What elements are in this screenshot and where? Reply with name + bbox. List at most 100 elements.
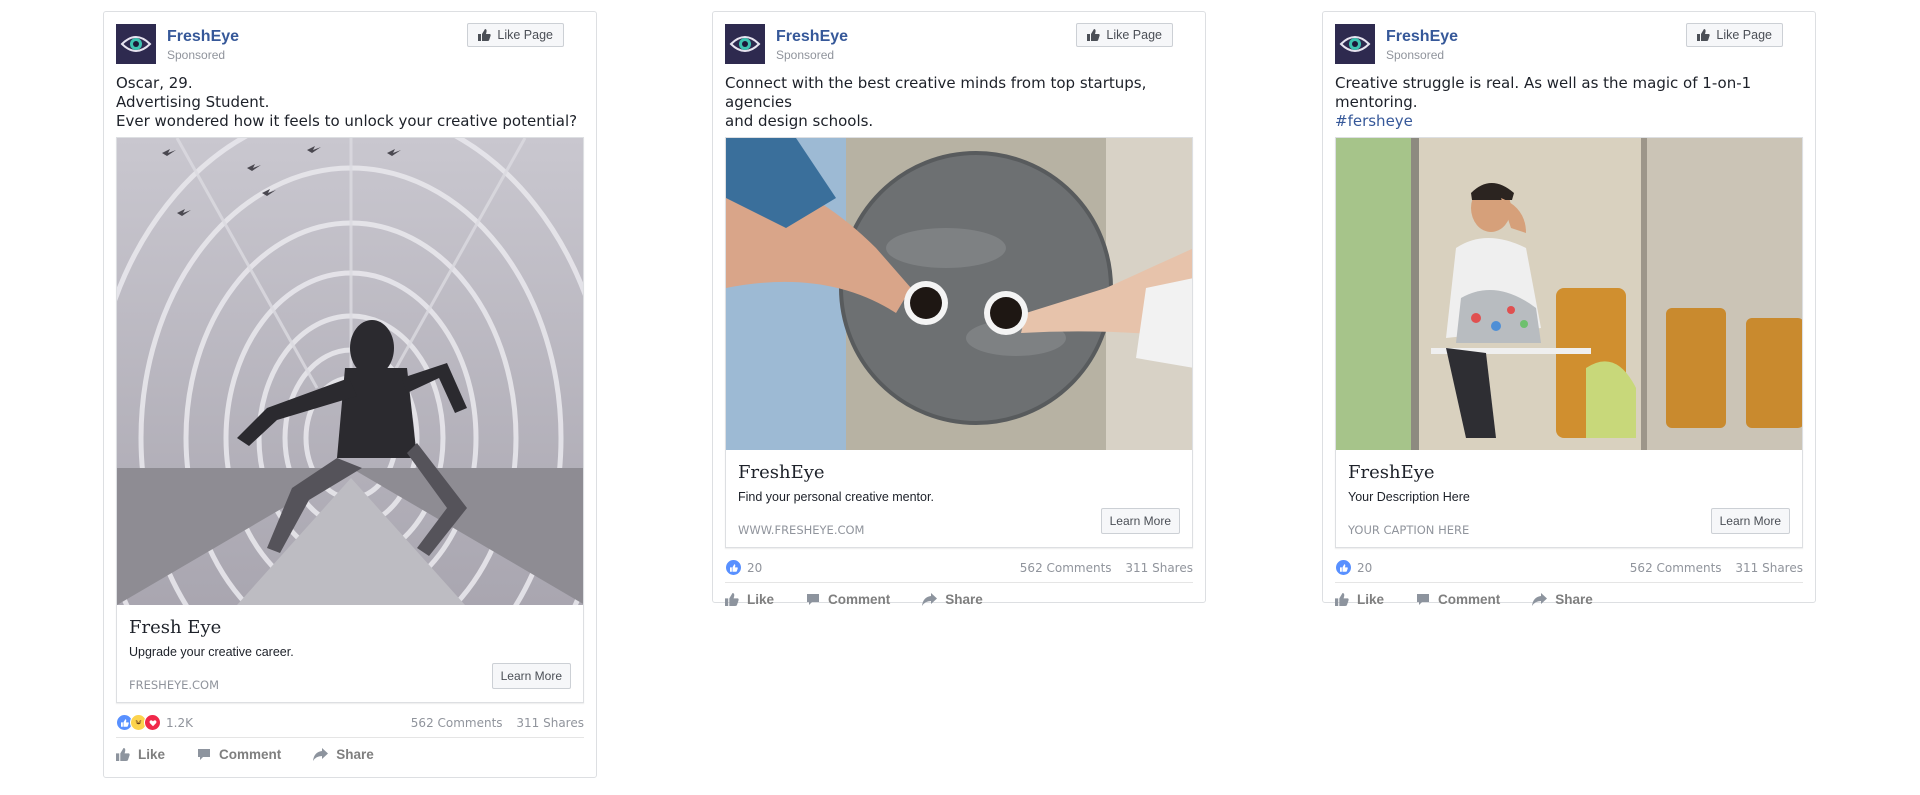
post-stats: 20 562 Comments 311 Shares — [1335, 548, 1803, 582]
thumbs-up-icon — [116, 747, 130, 761]
card-info: FreshEye Your Description Here YOUR CAPT… — [1336, 450, 1802, 547]
like-page-button[interactable]: Like Page — [1076, 23, 1173, 47]
card-title[interactable]: FreshEye — [738, 462, 825, 483]
post-header: FreshEye Sponsored Like Page — [104, 12, 596, 74]
share-button[interactable]: Share — [922, 592, 983, 607]
post-text: Creative struggle is real. As well as th… — [1335, 74, 1803, 131]
comment-label: Comment — [1438, 591, 1501, 607]
fresheye-logo-icon — [120, 36, 152, 52]
comment-icon — [1417, 593, 1430, 605]
ad-photo-coffee-table[interactable] — [726, 138, 1192, 450]
post-header: FreshEye Sponsored Like Page — [1323, 12, 1815, 74]
share-label: Share — [945, 591, 983, 607]
reactions-summary[interactable]: 1.2K — [116, 714, 193, 731]
learn-more-button[interactable]: Learn More — [491, 663, 571, 689]
link-card[interactable]: FreshEye Your Description Here YOUR CAPT… — [1335, 137, 1803, 548]
share-icon — [922, 592, 938, 606]
love-reaction-icon — [144, 714, 161, 731]
reactions-count: 20 — [747, 560, 763, 575]
sponsored-label: Sponsored — [167, 48, 226, 62]
engagement-counts: 562 Comments 311 Shares — [1010, 561, 1193, 575]
link-card[interactable]: Fresh Eye Upgrade your creative career. … — [116, 137, 584, 703]
like-page-label: Like Page — [1106, 28, 1162, 42]
share-button[interactable]: Share — [1532, 592, 1593, 607]
reactions-summary[interactable]: 20 — [725, 559, 762, 576]
comment-label: Comment — [219, 746, 282, 762]
like-page-label: Like Page — [497, 28, 553, 42]
engagement-counts: 562 Comments 311 Shares — [1620, 561, 1803, 575]
sponsored-label: Sponsored — [1386, 48, 1445, 62]
post-text-line: Creative struggle is real. As well as th… — [1335, 74, 1756, 111]
card-info: Fresh Eye Upgrade your creative career. … — [117, 605, 583, 702]
page-avatar[interactable] — [116, 24, 156, 64]
learn-more-button[interactable]: Learn More — [1100, 508, 1180, 534]
share-icon — [313, 747, 329, 761]
share-label: Share — [336, 746, 374, 762]
like-page-button[interactable]: Like Page — [1686, 23, 1783, 47]
like-page-label: Like Page — [1716, 28, 1772, 42]
action-bar: Like Comment Share — [1335, 582, 1803, 615]
share-button[interactable]: Share — [313, 747, 374, 762]
card-description: Upgrade your creative career. — [129, 645, 294, 659]
fresheye-logo-icon — [1339, 36, 1371, 52]
card-caption: WWW.FRESHEYE.COM — [738, 523, 865, 537]
link-card[interactable]: FreshEye Find your personal creative men… — [725, 137, 1193, 548]
card-title[interactable]: Fresh Eye — [129, 617, 221, 638]
like-button[interactable]: Like — [1335, 592, 1384, 607]
post-text-line: Ever wondered how it feels to unlock you… — [116, 112, 578, 130]
page-avatar[interactable] — [1335, 24, 1375, 64]
comment-label: Comment — [828, 591, 891, 607]
comment-button[interactable]: Comment — [197, 747, 281, 762]
share-label: Share — [1555, 591, 1593, 607]
shares-count[interactable]: 311 Shares — [1735, 561, 1803, 575]
like-label: Like — [747, 591, 775, 607]
shares-count[interactable]: 311 Shares — [1125, 561, 1193, 575]
like-label: Like — [138, 746, 166, 762]
ad-photo-tunnel-jump[interactable] — [117, 138, 583, 605]
comment-icon — [198, 748, 211, 760]
post-text-line: Oscar, 29. — [116, 74, 193, 92]
post-text: Connect with the best creative minds fro… — [725, 74, 1193, 131]
ad-photo-stressed-student[interactable] — [1336, 138, 1802, 450]
card-caption: FRESHEYE.COM — [129, 678, 220, 692]
like-button[interactable]: Like — [725, 592, 774, 607]
comment-button[interactable]: Comment — [1416, 592, 1500, 607]
sponsored-label: Sponsored — [776, 48, 835, 62]
reactions-count: 20 — [1357, 560, 1373, 575]
reactions-count: 1.2K — [166, 715, 193, 730]
card-description: Your Description Here — [1348, 490, 1470, 504]
hashtag-link[interactable]: #fersheye — [1335, 112, 1803, 131]
ad-post-1: FreshEye Sponsored Like Page Oscar, 29. … — [103, 11, 597, 778]
post-header: FreshEye Sponsored Like Page — [713, 12, 1205, 74]
comments-count[interactable]: 562 Comments — [1630, 561, 1722, 575]
engagement-counts: 562 Comments 311 Shares — [401, 716, 584, 730]
like-page-button[interactable]: Like Page — [467, 23, 564, 47]
shares-count[interactable]: 311 Shares — [516, 716, 584, 730]
comments-count[interactable]: 562 Comments — [1020, 561, 1112, 575]
post-stats: 1.2K 562 Comments 311 Shares — [116, 703, 584, 737]
card-title[interactable]: FreshEye — [1348, 462, 1435, 483]
reactions-summary[interactable]: 20 — [1335, 559, 1372, 576]
ad-post-2: FreshEye Sponsored Like Page Connect wit… — [712, 11, 1206, 607]
post-text-line: Advertising Student. — [116, 93, 270, 111]
learn-more-button[interactable]: Learn More — [1710, 508, 1790, 534]
comment-icon — [807, 593, 820, 605]
post-text-line: Connect with the best creative minds fro… — [725, 74, 1152, 111]
action-bar: Like Comment Share — [725, 582, 1193, 615]
thumbs-up-icon — [478, 29, 492, 41]
page-name-link[interactable]: FreshEye — [167, 28, 239, 46]
like-button[interactable]: Like — [116, 747, 165, 762]
post-stats: 20 562 Comments 311 Shares — [725, 548, 1193, 582]
like-reaction-icon — [1335, 559, 1352, 576]
page-name-link[interactable]: FreshEye — [1386, 28, 1458, 46]
comments-count[interactable]: 562 Comments — [411, 716, 503, 730]
share-icon — [1532, 592, 1548, 606]
like-label: Like — [1357, 591, 1385, 607]
page-name-link[interactable]: FreshEye — [776, 28, 848, 46]
post-text-line: and design schools. — [725, 112, 874, 130]
action-bar: Like Comment Share — [116, 737, 584, 770]
thumbs-up-icon — [1335, 592, 1349, 606]
comment-button[interactable]: Comment — [806, 592, 890, 607]
ad-post-3: FreshEye Sponsored Like Page Creative st… — [1322, 11, 1816, 607]
page-avatar[interactable] — [725, 24, 765, 64]
